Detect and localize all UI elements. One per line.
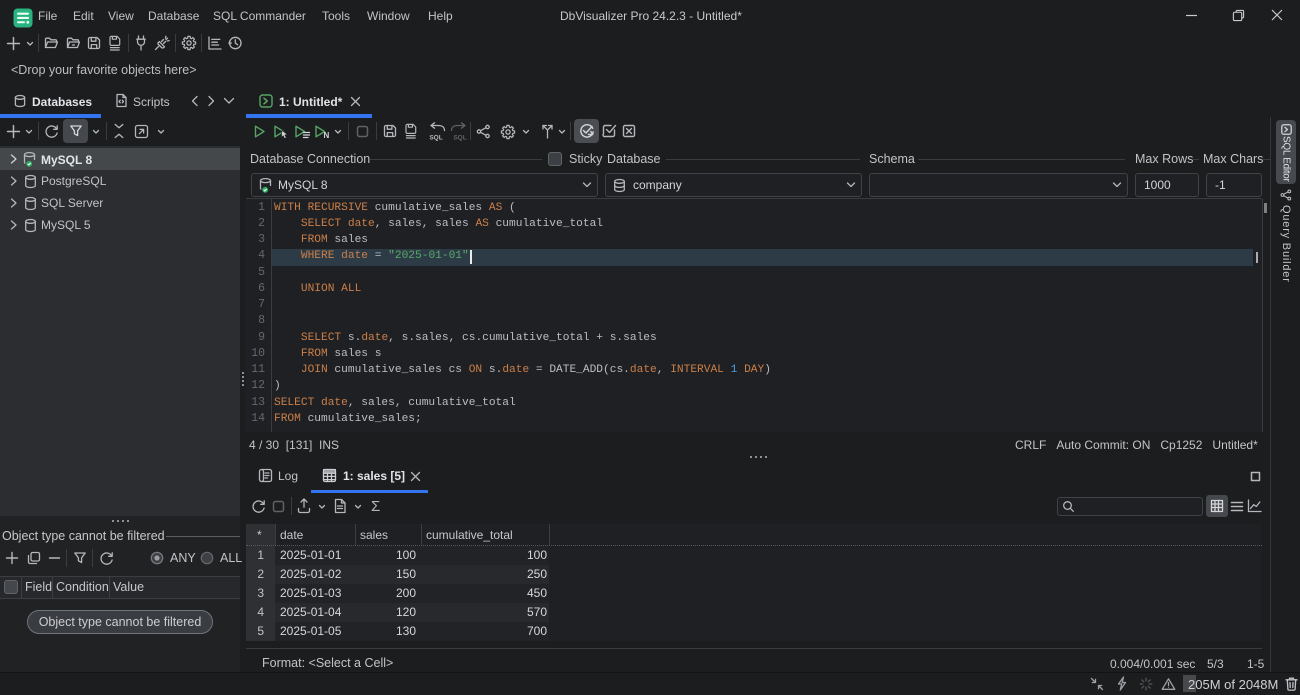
svg-text:N: N xyxy=(324,131,330,139)
svg-text:SQL: SQL xyxy=(453,135,466,142)
svg-text:SQL: SQL xyxy=(429,135,442,142)
